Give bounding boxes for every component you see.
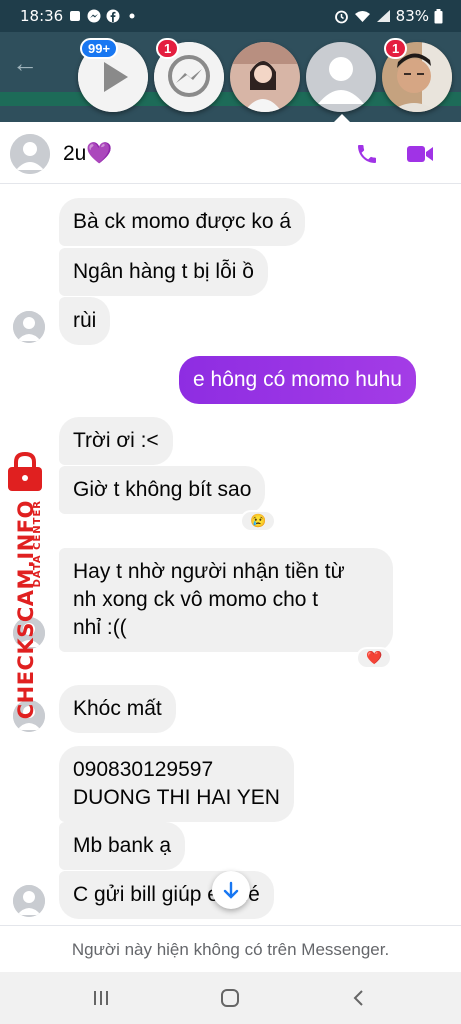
wifi-icon xyxy=(354,11,370,22)
chat-head-messenger[interactable]: 1 xyxy=(154,38,224,112)
message-incoming[interactable]: Mb bank ạ xyxy=(59,822,186,870)
avatar xyxy=(230,42,300,112)
dot-icon xyxy=(129,13,135,19)
recent-apps-button[interactable] xyxy=(89,986,113,1010)
messenger-icon xyxy=(87,9,101,23)
scroll-to-bottom-button[interactable] xyxy=(212,871,250,909)
contact-name[interactable]: 2u💜 xyxy=(63,142,113,166)
flag-icon xyxy=(70,11,80,21)
chat-head-badge: 1 xyxy=(384,38,408,59)
reaction-badge[interactable]: 😢 xyxy=(240,510,277,532)
lock-icon xyxy=(8,452,42,491)
chat-head-media[interactable]: 99+ xyxy=(78,38,148,112)
video-call-icon[interactable] xyxy=(406,142,434,166)
android-nav-bar xyxy=(0,972,461,1024)
home-button[interactable] xyxy=(218,986,242,1010)
back-button[interactable] xyxy=(347,986,371,1010)
status-right: 83% xyxy=(334,7,443,25)
message-incoming[interactable]: 090830129597 DUONG THI HAI YEN xyxy=(59,746,294,822)
avatar[interactable] xyxy=(13,885,45,917)
alarm-icon xyxy=(334,10,348,23)
chat-header: 2u💜 xyxy=(0,122,461,184)
message-incoming[interactable]: Khóc mất xyxy=(59,685,176,733)
chat-head-badge: 1 xyxy=(156,38,180,59)
message-incoming[interactable]: Bà ck momo được ko á xyxy=(59,198,306,246)
phone-call-icon[interactable] xyxy=(355,142,379,166)
chat-head-contact-man[interactable]: 1 xyxy=(382,38,452,112)
facebook-icon xyxy=(106,9,120,23)
chat-head-contact-girl[interactable] xyxy=(230,42,300,112)
home-icon xyxy=(221,989,239,1007)
avatar[interactable] xyxy=(13,311,45,343)
watermark-sub-text: DATA CENTER xyxy=(32,500,43,588)
back-icon xyxy=(353,990,363,1006)
message-outgoing[interactable]: e hông có momo huhu xyxy=(179,356,416,404)
message-incoming[interactable]: Trời ơi :< xyxy=(59,417,173,465)
chat-head-contact-placeholder[interactable] xyxy=(306,42,376,112)
message-incoming[interactable]: Ngân hàng t bị lỗi ồ xyxy=(59,248,268,296)
battery-icon xyxy=(434,8,443,23)
back-arrow-icon: ← xyxy=(12,48,38,78)
message-incoming[interactable]: Giờ t không bít sao xyxy=(59,466,266,514)
message-incoming[interactable]: rùi xyxy=(59,297,111,345)
unavailable-notice: Người này hiện không có trên Messenger. xyxy=(0,925,461,972)
notification-icons xyxy=(68,9,139,23)
avatar[interactable] xyxy=(10,134,50,174)
status-bar: 18:36 83% xyxy=(0,0,461,32)
status-time: 18:36 xyxy=(20,7,64,25)
signal-icon xyxy=(376,10,390,22)
avatar xyxy=(306,42,376,112)
message-incoming[interactable]: Hay t nhờ người nhận tiền từ nh xong ck … xyxy=(59,548,393,652)
recent-apps-icon xyxy=(94,991,108,1005)
reaction-badge[interactable]: ❤️ xyxy=(356,647,393,669)
arrow-down-icon xyxy=(223,881,239,899)
watermark: CHECKSCAM.INFO DATA CENTER xyxy=(2,452,48,719)
battery-percent: 83% xyxy=(395,7,429,25)
chat-head-badge: 99+ xyxy=(80,38,119,59)
